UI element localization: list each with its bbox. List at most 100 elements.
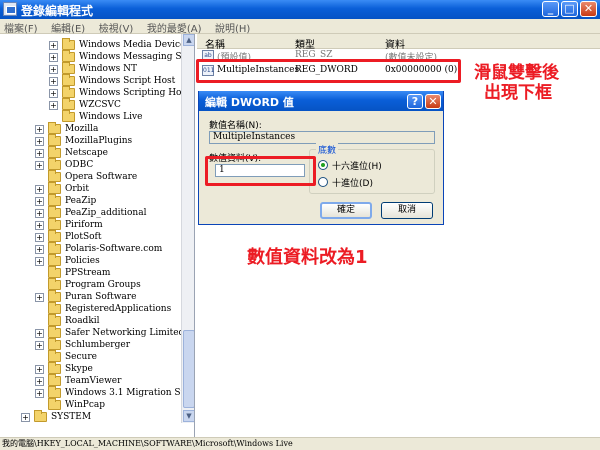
ok-button[interactable]: 確定 bbox=[320, 202, 372, 219]
expand-toggle-icon[interactable]: + bbox=[35, 365, 44, 374]
tree-item[interactable]: + Windows Messaging Subs bbox=[0, 50, 194, 63]
tree-item-label: Windows 3.1 Migration Status bbox=[65, 388, 195, 398]
tree-item[interactable]: + MozillaPlugins bbox=[0, 134, 181, 147]
folder-icon bbox=[62, 74, 75, 86]
dialog-close-button[interactable]: ✕ bbox=[425, 94, 441, 109]
tree-item-label: RegisteredApplications bbox=[65, 304, 172, 314]
folder-icon bbox=[48, 146, 61, 158]
tree-item[interactable]: + Windows NT bbox=[0, 62, 181, 75]
expand-toggle-icon[interactable]: + bbox=[35, 137, 44, 146]
expand-toggle-icon[interactable]: + bbox=[35, 125, 44, 134]
tree-item[interactable]: + PeaZip_additional bbox=[0, 206, 181, 219]
tree-item-label: ODBC bbox=[65, 160, 94, 170]
scroll-down-arrow-icon[interactable]: ▼ bbox=[183, 410, 194, 422]
dec-radio[interactable] bbox=[318, 177, 328, 187]
tree-item-label: Mozilla bbox=[65, 124, 99, 134]
dialog-title: 編輯 DWORD 值 bbox=[205, 96, 294, 109]
scroll-thumb[interactable] bbox=[183, 330, 194, 408]
folder-icon bbox=[48, 218, 61, 230]
tree-item[interactable]: + Windows 3.1 Migration Status bbox=[0, 386, 194, 399]
maximize-button[interactable]: □ bbox=[561, 1, 578, 17]
minimize-button[interactable]: _ bbox=[542, 1, 559, 17]
expand-toggle-icon[interactable]: + bbox=[35, 377, 44, 386]
tree-item[interactable]: + Schlumberger bbox=[0, 338, 181, 351]
menu-favorites[interactable]: 我的最愛(A) bbox=[143, 19, 208, 35]
tree-item[interactable]: RegisteredApplications bbox=[0, 302, 181, 315]
hex-radio[interactable] bbox=[318, 160, 328, 170]
tree-item[interactable]: + PeaZip bbox=[0, 194, 181, 207]
expand-toggle-icon[interactable]: + bbox=[35, 209, 44, 218]
folder-icon bbox=[48, 158, 61, 170]
tree-item[interactable]: + Mozilla bbox=[0, 122, 181, 135]
registry-tree[interactable]: + SYSTEM WinPcap + Windows 3.1 Migration Sta… bbox=[0, 34, 195, 437]
tree-item[interactable]: + Puran Software bbox=[0, 290, 181, 303]
title-bar: 登錄編輯程式 _ □ ✕ bbox=[0, 0, 600, 19]
tree-item[interactable]: + Windows Media Device M bbox=[0, 38, 194, 51]
folder-icon bbox=[48, 230, 61, 242]
base-label: 底數 bbox=[316, 143, 339, 156]
scroll-up-arrow-icon[interactable]: ▲ bbox=[183, 34, 194, 46]
expand-toggle-icon[interactable]: + bbox=[35, 245, 44, 254]
expand-toggle-icon[interactable]: + bbox=[49, 77, 58, 86]
folder-icon bbox=[48, 350, 61, 362]
tree-item[interactable]: + Orbit bbox=[0, 182, 181, 195]
folder-icon bbox=[48, 122, 61, 134]
expand-toggle-icon[interactable]: + bbox=[35, 197, 44, 206]
tree-item[interactable]: + Safer Networking Limited bbox=[0, 326, 184, 339]
expand-toggle-icon[interactable]: + bbox=[35, 389, 44, 398]
menu-file[interactable]: 檔案(F) bbox=[0, 19, 44, 35]
expand-toggle-icon[interactable]: + bbox=[35, 293, 44, 302]
expand-toggle-icon[interactable]: + bbox=[49, 41, 58, 50]
expand-toggle-icon[interactable]: + bbox=[35, 149, 44, 158]
expand-toggle-icon[interactable]: + bbox=[49, 65, 58, 74]
expand-toggle-icon[interactable]: + bbox=[35, 233, 44, 242]
expand-toggle-icon[interactable]: + bbox=[35, 185, 44, 194]
expand-toggle-icon[interactable]: + bbox=[21, 413, 30, 422]
tree-item[interactable]: Program Groups bbox=[0, 278, 181, 291]
tree-item[interactable]: PPStream bbox=[0, 266, 181, 279]
tree-item[interactable]: + Piriform bbox=[0, 218, 181, 231]
tree-item[interactable]: + TeamViewer bbox=[0, 374, 181, 387]
expand-toggle-icon[interactable]: + bbox=[49, 53, 58, 62]
tree-item[interactable]: + PlotSoft bbox=[0, 230, 181, 243]
dialog-help-button[interactable]: ? bbox=[407, 94, 423, 109]
tree-item[interactable]: + WZCSVC bbox=[0, 98, 181, 111]
expand-toggle-icon[interactable]: + bbox=[35, 329, 44, 338]
cancel-button[interactable]: 取消 bbox=[381, 202, 433, 219]
base-groupbox: 底數 十六進位(H) 十進位(D) bbox=[309, 143, 435, 194]
close-button[interactable]: ✕ bbox=[580, 1, 597, 17]
tree-item-label: Program Groups bbox=[65, 280, 141, 290]
window-title: 登錄編輯程式 bbox=[21, 4, 94, 18]
tree-item-label: Piriform bbox=[65, 220, 103, 230]
tree-item[interactable]: + Windows Scripting Host bbox=[0, 86, 190, 99]
tree-item[interactable]: + Policies bbox=[0, 254, 181, 267]
dec-radio-label[interactable]: 十進位(D) bbox=[332, 176, 373, 189]
menu-bar: 檔案(F) 編輯(E) 檢視(V) 我的最愛(A) 說明(H) bbox=[0, 19, 600, 35]
folder-icon bbox=[48, 242, 61, 254]
tree-item-label: Windows NT bbox=[79, 64, 138, 74]
tree-item[interactable]: Opera Software bbox=[0, 170, 181, 183]
expand-toggle-icon[interactable]: + bbox=[49, 89, 58, 98]
menu-view[interactable]: 檢視(V) bbox=[95, 19, 140, 35]
menu-help[interactable]: 說明(H) bbox=[211, 19, 256, 35]
tree-item[interactable]: + Windows Script Host bbox=[0, 74, 181, 87]
tree-item[interactable]: Secure bbox=[0, 350, 181, 363]
tree-item[interactable]: WinPcap bbox=[0, 398, 181, 411]
tree-item-label: Windows Live bbox=[79, 112, 143, 122]
menu-edit[interactable]: 編輯(E) bbox=[47, 19, 91, 35]
expand-toggle-icon[interactable]: + bbox=[35, 161, 44, 170]
tree-item[interactable]: + Skype bbox=[0, 362, 181, 375]
expand-toggle-icon[interactable]: + bbox=[35, 341, 44, 350]
tree-item[interactable]: + ODBC bbox=[0, 158, 181, 171]
tree-item[interactable]: + SYSTEM bbox=[0, 410, 181, 423]
expand-toggle-icon[interactable]: + bbox=[49, 101, 58, 110]
expand-toggle-icon[interactable]: + bbox=[35, 221, 44, 230]
hex-radio-label[interactable]: 十六進位(H) bbox=[332, 159, 382, 172]
tree-item[interactable]: Windows Live bbox=[0, 110, 181, 123]
folder-icon bbox=[62, 50, 75, 62]
expand-toggle-icon[interactable]: + bbox=[35, 257, 44, 266]
tree-item[interactable]: + Polaris-Software.com bbox=[0, 242, 181, 255]
tree-scrollbar[interactable]: ▲ ▼ bbox=[181, 34, 194, 423]
tree-item[interactable]: + Netscape bbox=[0, 146, 181, 159]
tree-item[interactable]: Roadkil bbox=[0, 314, 181, 327]
